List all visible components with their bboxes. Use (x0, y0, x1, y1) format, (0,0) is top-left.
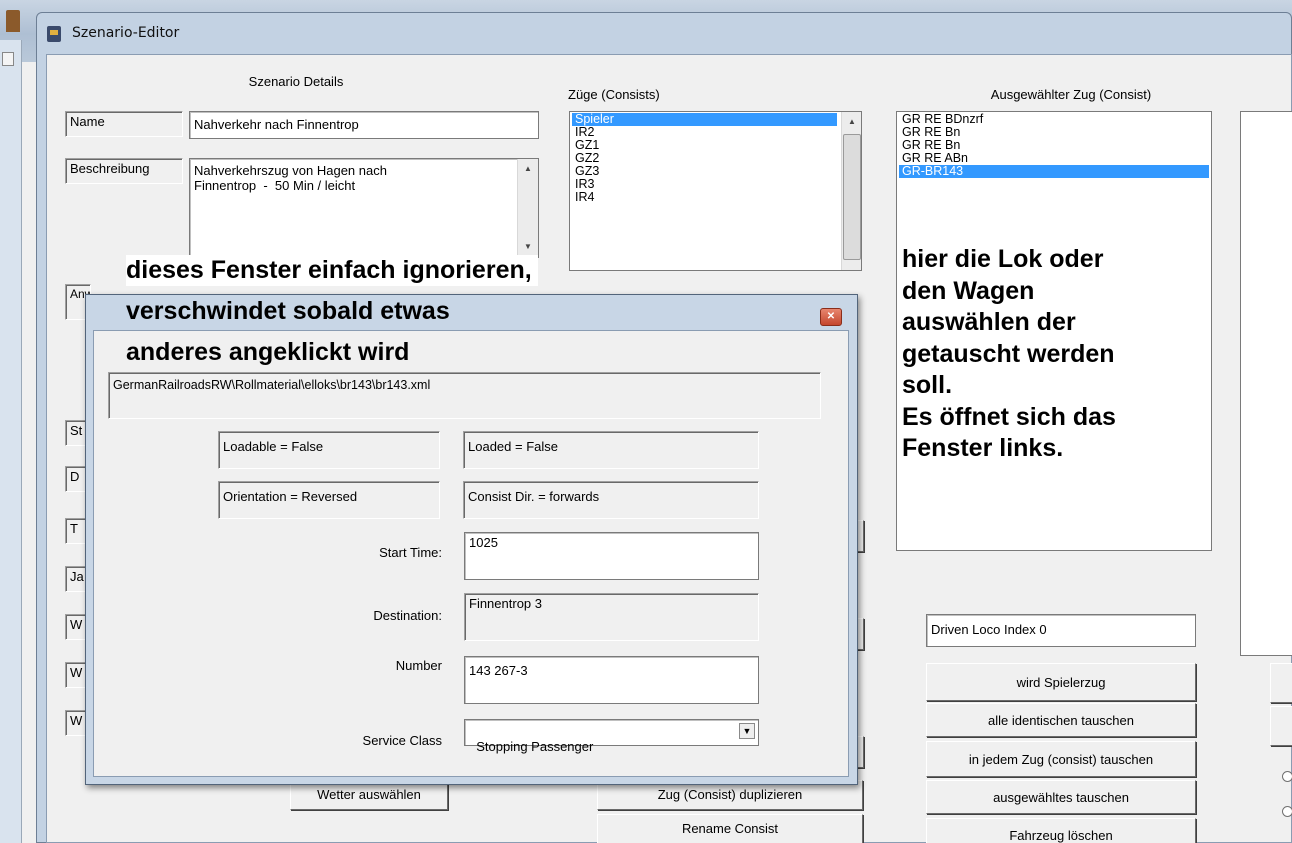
name-field[interactable]: Nahverkehr nach Finnentrop (189, 111, 539, 139)
popup-note-line-1: dieses Fenster einfach ignorieren, (126, 255, 538, 286)
swap-selected-button[interactable]: ausgewähltes tauschen (926, 780, 1196, 814)
consist-direction-field: Consist Dir. = forwards (463, 481, 759, 519)
service-class-label: Service Class (362, 733, 442, 748)
name-label: Name (65, 111, 183, 137)
start-time-label: Start Time: (379, 545, 442, 560)
description-field[interactable]: Nahverkehrszug von Hagen nach Finnentrop… (189, 158, 539, 258)
vehicle-path-field: GermanRailroadsRW\Rollmaterial\elloks\br… (108, 372, 821, 419)
service-class-select[interactable]: Stopping Passenger ▼ (464, 719, 759, 754)
vehicle-list-item[interactable]: GR-BR143 (899, 165, 1209, 178)
make-player-train-button[interactable]: wird Spielerzug (926, 663, 1196, 701)
window-title: Szenario-Editor (72, 25, 180, 41)
consist-list-item[interactable]: IR2 (572, 126, 837, 139)
right-button-partial-2[interactable] (1270, 706, 1292, 746)
background-window-frame (0, 40, 22, 843)
rename-consist-button[interactable]: Rename Consist (597, 814, 863, 843)
chevron-down-icon[interactable]: ▼ (739, 723, 755, 739)
consists-scrollbar[interactable]: ▲ (841, 112, 861, 270)
scroll-thumb[interactable] (843, 134, 861, 260)
details-group-title: Szenario Details (248, 74, 344, 89)
delete-vehicle-button[interactable]: Fahrzeug löschen (926, 818, 1196, 843)
right-button-partial-1[interactable] (1270, 663, 1292, 703)
app-icon (6, 10, 20, 32)
service-class-value: Stopping Passenger (476, 739, 594, 754)
window-icon (47, 26, 61, 42)
consist-list-item[interactable]: GZ2 (572, 152, 837, 165)
popup-note-line-2: verschwindet sobald etwas (126, 297, 450, 325)
description-scrollbar[interactable]: ▲ ▼ (517, 159, 538, 257)
consist-list-item[interactable]: GZ1 (572, 139, 837, 152)
consist-list-item[interactable]: IR3 (572, 178, 837, 191)
consists-listbox[interactable]: Spieler IR2 GZ1 GZ2 GZ3 IR3 IR4 ▲ (569, 111, 862, 271)
loadable-field: Loadable = False (218, 431, 440, 469)
swap-identical-button[interactable]: alle identischen tauschen (926, 703, 1196, 737)
start-time-field[interactable]: 1025 (464, 532, 759, 580)
orientation-field: Orientation = Reversed (218, 481, 440, 519)
popup-note-line-3: anderes angeklickt wird (126, 338, 410, 366)
description-label: Beschreibung (65, 158, 183, 184)
radio-option-2[interactable] (1282, 806, 1292, 817)
consist-list-item[interactable]: Spieler (572, 113, 837, 126)
close-icon[interactable]: ✕ (820, 308, 842, 326)
restore-icon[interactable] (2, 52, 14, 66)
consists-group-title: Züge (Consists) (568, 87, 660, 102)
scroll-down-icon[interactable]: ▼ (518, 239, 538, 255)
consist-list-item[interactable]: GZ3 (572, 165, 837, 178)
scroll-up-icon[interactable]: ▲ (518, 161, 538, 177)
radio-option-1[interactable] (1282, 771, 1292, 782)
instruction-annotation: hier die Lok oder den Wagen auswählen de… (902, 245, 1116, 462)
preview-panel (1240, 111, 1292, 656)
destination-label: Destination: (373, 608, 442, 623)
destination-field: Finnentrop 3 (464, 593, 759, 641)
consist-list-item[interactable]: IR4 (572, 191, 837, 204)
driven-loco-field[interactable]: Driven Loco Index 0 (926, 614, 1196, 647)
number-label: Number (395, 658, 442, 673)
selected-consist-group-title: Ausgewählter Zug (Consist) (990, 87, 1152, 102)
loaded-field: Loaded = False (463, 431, 759, 469)
swap-in-every-consist-button[interactable]: in jedem Zug (consist) tauschen (926, 741, 1196, 777)
number-field[interactable]: 143 267-3 (464, 656, 759, 704)
scroll-up-icon[interactable]: ▲ (842, 114, 861, 130)
